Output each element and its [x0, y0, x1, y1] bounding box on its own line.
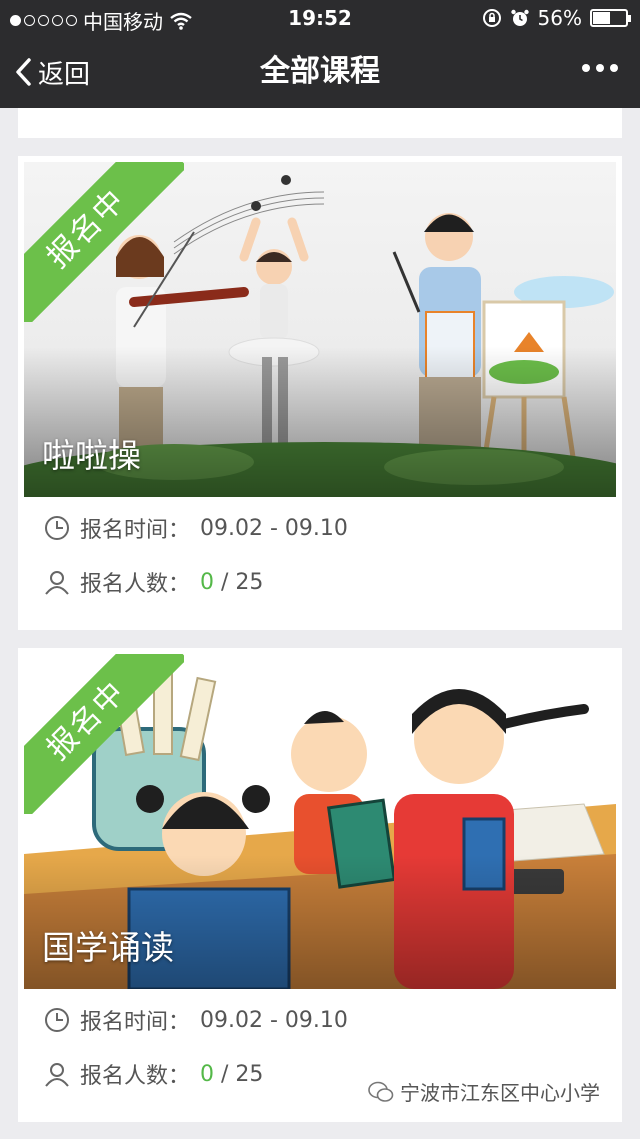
badge-wrapper: 报名中: [24, 654, 184, 814]
enroll-count-total: 25: [235, 569, 264, 595]
course-image[interactable]: 报名中 国学诵读: [24, 654, 616, 989]
course-card[interactable]: 报名中 啦啦操 报名时间： 09.02 - 09.10 报名人数： 0 / 25: [18, 156, 622, 630]
more-dot-icon: [582, 64, 590, 72]
course-image[interactable]: 报名中 啦啦操: [24, 162, 616, 497]
alarm-icon: [510, 9, 529, 26]
enroll-time-row: 报名时间： 09.02 - 09.10: [44, 1004, 348, 1036]
enroll-time-row: 报名时间： 09.02 - 09.10: [44, 512, 348, 544]
page-title: 全部课程: [260, 54, 380, 89]
badge-wrapper: 报名中: [24, 162, 184, 322]
more-dot-icon: [596, 64, 604, 72]
clock-icon: [45, 1008, 69, 1032]
more-dot-icon: [610, 64, 618, 72]
enroll-time-value: 09.02 - 09.10: [200, 515, 348, 541]
battery-icon: [590, 9, 631, 27]
status-badge: 报名中: [24, 162, 184, 322]
enroll-time-value: 09.02 - 09.10: [200, 1007, 348, 1033]
enroll-count-separator: /: [214, 1061, 236, 1087]
enroll-count-total: 25: [235, 1061, 264, 1087]
status-bar: 中国移动 19:52 56%: [0, 0, 640, 36]
enroll-count-current: 0: [200, 1061, 215, 1087]
course-title: 啦啦操: [42, 436, 141, 475]
status-badge: 报名中: [24, 654, 184, 814]
enroll-count-row: 报名人数： 0 / 25: [44, 1058, 263, 1090]
course-title: 国学诵读: [42, 928, 174, 967]
clock-icon: [45, 516, 69, 540]
person-icon: [45, 571, 69, 595]
enroll-count-separator: /: [214, 569, 236, 595]
nav-bar: 返回 全部课程: [0, 36, 640, 108]
enroll-time-label: 报名时间：: [80, 518, 191, 543]
course-card[interactable]: 报名中 国学诵读 报名时间： 09.02 - 09.10 报名人数： 0 / 2…: [18, 648, 622, 1122]
watermark-text: 宁波市江东区中心小学: [400, 1081, 600, 1105]
enroll-count-row: 报名人数： 0 / 25: [44, 566, 263, 598]
status-right: 56%: [482, 6, 631, 30]
previous-course-card[interactable]: [18, 108, 622, 138]
more-options-button[interactable]: [582, 64, 618, 72]
enroll-count-current: 0: [200, 569, 215, 595]
wechat-icon: [368, 1081, 394, 1102]
enroll-count-label: 报名人数：: [80, 1064, 191, 1089]
rotation-lock-icon: [482, 9, 501, 27]
watermark: 宁波市江东区中心小学: [368, 1077, 600, 1106]
person-icon: [45, 1063, 69, 1087]
battery-percent: 56%: [537, 6, 582, 30]
enroll-count-label: 报名人数：: [80, 572, 191, 597]
enroll-time-label: 报名时间：: [80, 1010, 191, 1035]
